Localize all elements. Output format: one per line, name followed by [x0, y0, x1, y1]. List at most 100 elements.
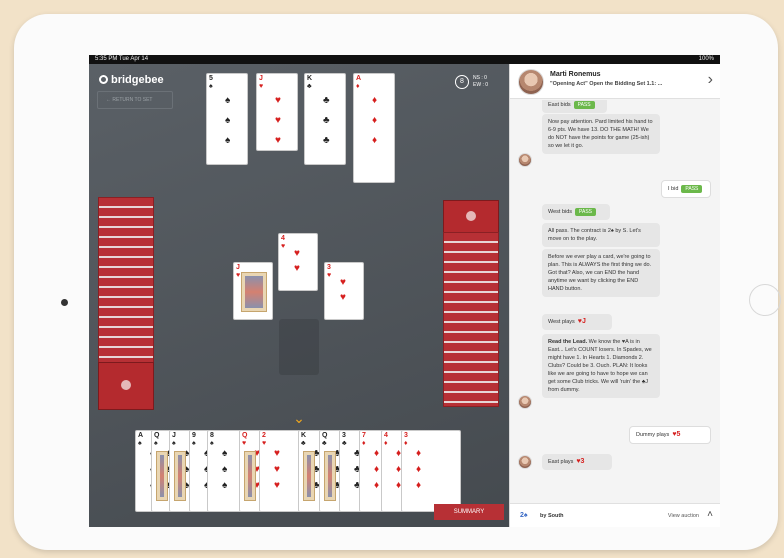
card-rank: K [301, 432, 307, 439]
status-time: 5:35 PM Tue Apr 14 [95, 56, 149, 62]
played-card: ♥J [577, 318, 586, 325]
card-pip-icon: ♦ [374, 480, 380, 491]
card-rank: 3 [342, 432, 346, 439]
teacher-avatar-small [518, 395, 532, 409]
dummy-card[interactable]: 5 ♠ ♠ ♠ ♠ [206, 73, 248, 165]
summary-button[interactable]: SUMMARY [434, 504, 504, 520]
card-rank: 3 [404, 432, 408, 439]
message-east-bids: East bids PASS [542, 100, 607, 113]
dummy-card[interactable]: J ♥ ♥ ♥ ♥ [256, 73, 298, 151]
card-rank: K [307, 75, 313, 82]
card-suit-icon: ♥ [242, 440, 247, 447]
card-rank: 7 [362, 432, 366, 439]
south-card[interactable]: 3 ♦ ♦ ♦ ♦ [401, 430, 461, 512]
message-west-bids: West bids PASS [542, 204, 610, 220]
face-card-art [174, 451, 186, 501]
card-suit-icon: ♠ [209, 83, 213, 90]
app-screen: 5:35 PM Tue Apr 14 100% bridgebee ← RETU… [89, 55, 720, 527]
card-suit-icon: ♠ [192, 440, 196, 447]
chat-messages: East bids PASS Now pay attention. Pard li… [510, 100, 720, 503]
vulnerability-indicator: 8 NS : 0 EW : 0 [455, 73, 505, 93]
card-pip-icon: ♠ [222, 480, 228, 491]
card-rank: A [356, 75, 362, 82]
card-suit-icon: ♦ [384, 440, 388, 447]
message-east-plays: East plays ♥3 [542, 454, 612, 470]
card-rank: 4 [384, 432, 388, 439]
return-to-set-button[interactable]: ← RETURN TO SET [97, 91, 173, 109]
card-suit-icon: ♣ [301, 440, 306, 447]
card-pip-icon: ♥ [274, 464, 280, 475]
dummy-card[interactable]: A ♦ ♦ ♦ ♦ [353, 73, 395, 183]
face-card-art [324, 451, 336, 501]
card-pip-icon: ♦ [416, 448, 422, 459]
card-rank: 2 [262, 432, 266, 439]
vuln-ew: EW : 0 [473, 82, 489, 88]
teacher-avatar-small [518, 153, 532, 167]
card-suit-icon: ♠ [210, 440, 214, 447]
teacher-name: Marti Ronemus [550, 71, 601, 78]
dummy-card[interactable]: K ♣ ♣ ♣ ♣ [304, 73, 346, 165]
face-card-art [241, 272, 267, 312]
card-rank: Q [154, 432, 160, 439]
card-pip-icon: ♥ [275, 115, 281, 126]
bid-badge: PASS [681, 185, 703, 193]
south-trick-slot [279, 319, 319, 375]
camera-dot [61, 299, 68, 306]
chevron-right-icon[interactable]: › [708, 72, 713, 88]
chat-header[interactable]: Marti Ronemus "Opening Act" Open the Bid… [510, 64, 720, 99]
card-suit-icon: ♦ [356, 83, 360, 90]
card-pip-icon: ♥ [340, 277, 346, 288]
chat-panel: Marti Ronemus "Opening Act" Open the Bid… [509, 64, 720, 527]
message-i-bid: I bid PASS [661, 180, 711, 198]
bid-badge: PASS [573, 101, 595, 109]
played-card: ♥5 [672, 431, 681, 438]
vuln-ns: NS : 0 [473, 75, 487, 81]
lesson-title: "Opening Act" Open the Bidding Set 1.1: … [550, 81, 663, 87]
face-card-art [156, 451, 168, 501]
card-rank: J [259, 75, 263, 82]
south-card[interactable]: 2 ♥ ♥ ♥ ♥ [259, 430, 303, 512]
trick-card[interactable]: 4 ♥ ♥ ♥ [278, 233, 318, 291]
card-suit-icon: ♥ [236, 272, 241, 279]
card-rank: 9 [192, 432, 196, 439]
card-suit-icon: ♠ [138, 440, 142, 447]
card-pip-icon: ♥ [294, 263, 300, 274]
logo-icon [99, 75, 108, 84]
card-rank: 5 [209, 75, 213, 82]
message-before-play: Before we ever play a card, we're going … [542, 249, 660, 297]
card-suit-icon: ♣ [322, 440, 327, 447]
card-suit-icon: ♥ [281, 243, 286, 250]
card-rank: A [138, 432, 144, 439]
teacher-avatar [518, 69, 544, 95]
west-card-back [98, 362, 154, 410]
card-pip-icon: ♦ [416, 480, 422, 491]
status-bar: 5:35 PM Tue Apr 14 100% [89, 55, 720, 64]
view-auction-link[interactable]: View auction [668, 513, 699, 519]
card-rank: J [236, 264, 240, 271]
battery-indicator: 100% [698, 56, 714, 62]
played-card: ♥3 [576, 458, 585, 465]
card-pip-icon: ♠ [222, 448, 228, 459]
turn-indicator-chevron-icon: ⌄ [293, 410, 305, 426]
declarer-label: by South [540, 513, 564, 519]
card-rank: 4 [281, 235, 285, 242]
chevron-up-icon[interactable]: ˄ [707, 509, 713, 520]
card-pip-icon: ♦ [416, 464, 422, 475]
logo-text: bridgebee [111, 74, 164, 86]
card-back-emblem-icon [121, 380, 131, 390]
card-pip-icon: ♥ [340, 292, 346, 303]
trick-card[interactable]: 3 ♥ ♥ ♥ [324, 262, 364, 320]
card-pip-icon: ♥ [275, 95, 281, 106]
game-table: bridgebee ← RETURN TO SET 8 NS : 0 EW : … [89, 64, 509, 527]
contract-label: 2♠ [520, 512, 528, 519]
card-pip-icon: ♦ [372, 115, 378, 126]
card-suit-icon: ♥ [262, 440, 267, 447]
message-dummy-plays: Dummy plays ♥5 [629, 426, 711, 444]
card-suit-icon: ♦ [362, 440, 366, 447]
card-pip-icon: ♠ [225, 135, 231, 146]
card-suit-icon: ♥ [259, 83, 264, 90]
home-button[interactable] [749, 284, 781, 316]
card-suit-icon: ♦ [404, 440, 408, 447]
trick-card[interactable]: J♥♥♥ [233, 262, 273, 320]
face-card-art [303, 451, 315, 501]
